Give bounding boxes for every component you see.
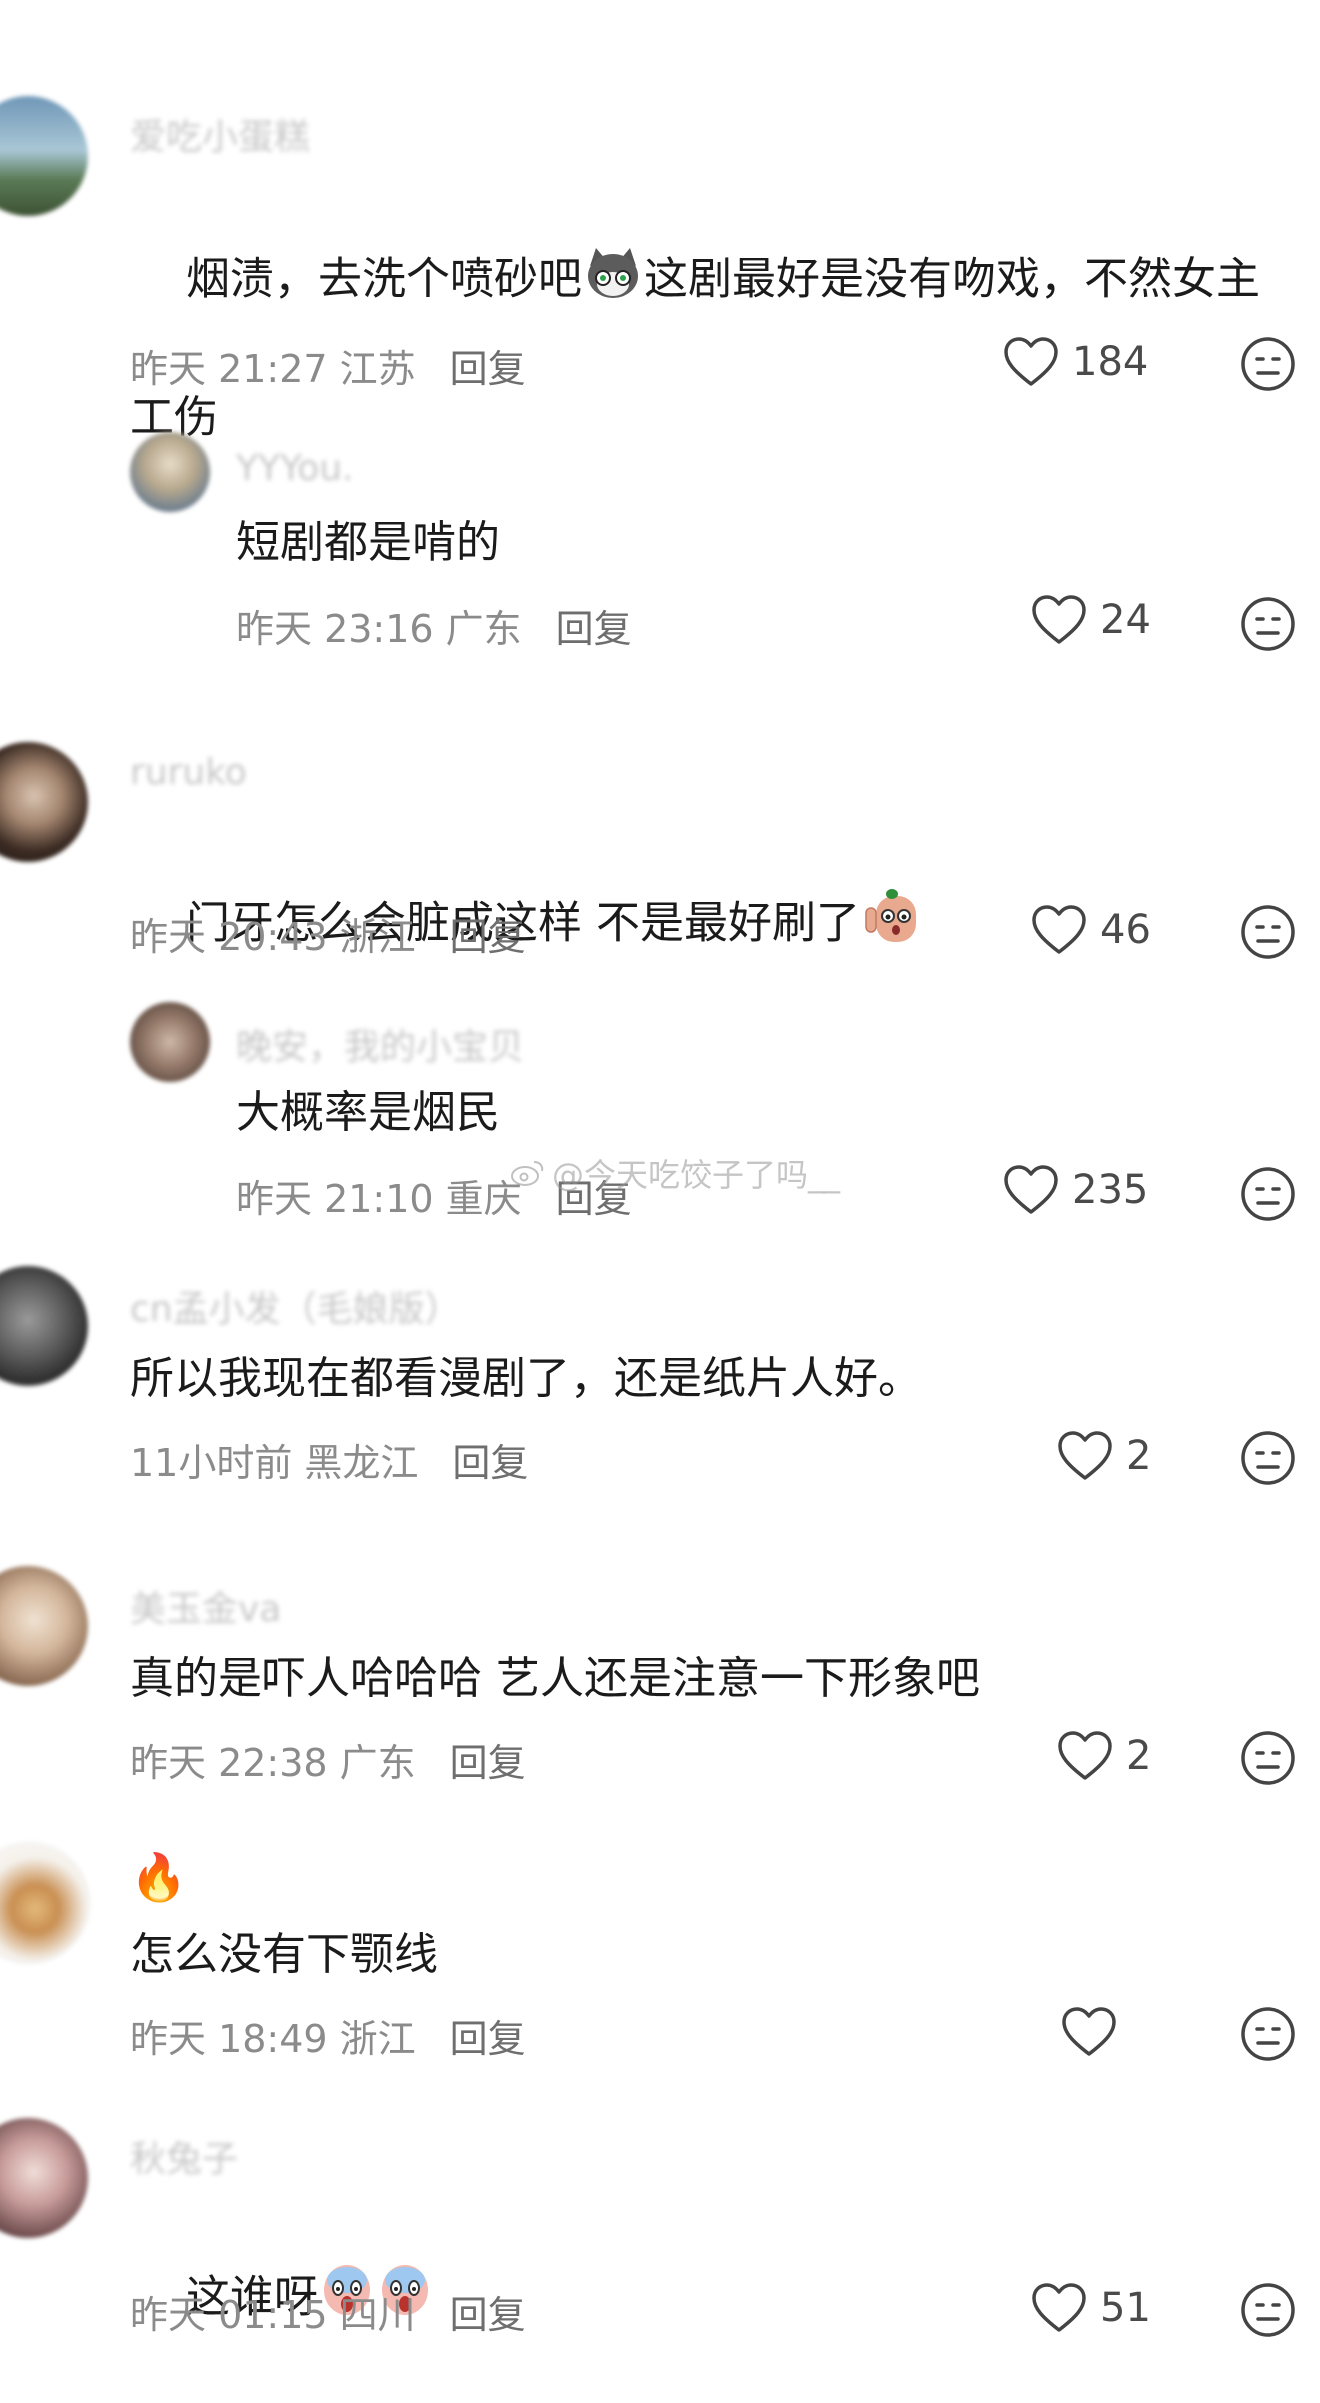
avatar[interactable]	[0, 1842, 90, 1964]
heart-icon	[1058, 1431, 1112, 1480]
comment-text-part: 这剧最好是没有吻戏，不然女主	[643, 253, 1260, 305]
meh-face-icon[interactable]	[1240, 1166, 1296, 1222]
like-count: 24	[1100, 597, 1151, 643]
reply-button[interactable]: 回复	[450, 1732, 526, 1787]
cat-face-icon	[584, 244, 642, 319]
heart-icon	[1062, 2007, 1116, 2056]
username[interactable]: 美玉金va	[130, 1580, 281, 1632]
location: 浙江	[339, 915, 416, 959]
reply-button[interactable]: 回复	[450, 338, 526, 393]
meh-face-icon[interactable]	[1240, 1430, 1296, 1486]
meh-face-icon[interactable]	[1240, 336, 1296, 392]
reply-button[interactable]: 回复	[452, 1432, 528, 1487]
timestamp: 昨天 01:15	[130, 2293, 328, 2337]
fire-icon: 🔥	[130, 1850, 188, 1904]
location: 广东	[339, 1741, 416, 1785]
heart-icon	[1004, 337, 1058, 386]
location: 江苏	[339, 347, 416, 391]
timestamp: 昨天 18:49	[130, 2017, 328, 2061]
heart-icon	[1004, 1165, 1058, 1214]
comment-text: 真的是吓人哈哈哈 艺人还是注意一下形象吧	[130, 1653, 980, 1704]
username[interactable]: cn孟小发（毛娘版）	[130, 1280, 461, 1332]
like-button[interactable]: 235	[1002, 1164, 1148, 1216]
timestamp: 昨天 20:43	[130, 915, 328, 959]
weibo-icon	[511, 1161, 544, 1186]
avatar[interactable]	[130, 432, 210, 512]
like-count: 46	[1100, 907, 1151, 953]
comment-text: 怎么没有下颚线	[130, 1929, 438, 1980]
comment-meta: 昨天 20:43 浙江 回复	[130, 906, 526, 961]
comment-text: 短剧都是啃的	[236, 517, 500, 568]
heart-icon	[1032, 2283, 1086, 2332]
timestamp: 昨天 23:16	[236, 607, 434, 651]
meh-face-icon[interactable]	[1240, 904, 1296, 960]
comment-meta: 昨天 01:15 四川 回复	[130, 2284, 526, 2339]
like-button[interactable]: 2	[1056, 1430, 1151, 1482]
comment-text-part: 烟渍，去洗个喷砂吧	[185, 253, 582, 305]
like-count: 235	[1072, 1167, 1149, 1213]
meh-face-icon[interactable]	[1240, 2282, 1296, 2338]
avatar[interactable]	[0, 1266, 88, 1386]
like-button[interactable]: 184	[1002, 336, 1148, 388]
meh-face-icon[interactable]	[1240, 596, 1296, 652]
username[interactable]: YYYou.	[236, 448, 353, 489]
reply-button[interactable]: 回复	[450, 906, 526, 961]
comment-meta: 昨天 22:38 广东 回复	[130, 1732, 526, 1787]
comment-text: 大概率是烟民	[236, 1087, 500, 1138]
meh-face-icon[interactable]	[1240, 1730, 1296, 1786]
reply-button[interactable]: 回复	[556, 598, 632, 653]
meh-face-icon[interactable]	[1240, 2006, 1296, 2062]
username[interactable]: 秋兔子	[130, 2130, 238, 2182]
like-button[interactable]: 2	[1056, 1730, 1151, 1782]
comment-text: 所以我现在都看漫剧了，还是纸片人好。	[130, 1353, 922, 1404]
location: 广东	[445, 607, 522, 651]
username[interactable]: 晚安，我的小宝贝	[236, 1018, 524, 1070]
like-count: 51	[1100, 2285, 1151, 2331]
like-button[interactable]: 46	[1030, 904, 1151, 956]
comment-meta: 昨天 18:49 浙江 回复	[130, 2008, 526, 2063]
timestamp: 11小时前	[130, 1441, 293, 1485]
location: 四川	[339, 2293, 416, 2337]
comment-meta: 11小时前 黑龙江 回复	[130, 1432, 528, 1487]
username[interactable]: 爱吃小蛋糕	[130, 108, 310, 160]
watermark-text: @今天吃饺子了吗__	[552, 1156, 841, 1194]
like-count: 2	[1126, 1433, 1152, 1479]
comment-meta: 昨天 23:16 广东 回复	[236, 598, 632, 653]
reply-button[interactable]: 回复	[450, 2008, 526, 2063]
watermark: @今天吃饺子了吗__	[510, 1150, 840, 1196]
like-count: 184	[1072, 339, 1149, 385]
avatar[interactable]	[0, 742, 88, 862]
comment-meta: 昨天 21:27 江苏 回复	[130, 338, 526, 393]
location: 黑龙江	[304, 1441, 419, 1485]
avatar[interactable]	[0, 1566, 88, 1686]
heart-icon	[1032, 905, 1086, 954]
avatar[interactable]	[130, 1002, 210, 1082]
username[interactable]: ruruko	[130, 752, 247, 793]
like-button[interactable]: 24	[1030, 594, 1151, 646]
heart-icon	[1058, 1731, 1112, 1780]
timestamp: 昨天 21:27	[130, 347, 328, 391]
avatar[interactable]	[0, 2118, 88, 2238]
reply-button[interactable]: 回复	[450, 2284, 526, 2339]
timestamp: 昨天 21:10	[236, 1177, 434, 1221]
timestamp: 昨天 22:38	[130, 1741, 328, 1785]
heart-icon	[1032, 595, 1086, 644]
shocked-sausage-icon	[862, 886, 924, 965]
like-button[interactable]: 51	[1030, 2282, 1151, 2334]
like-count: 2	[1126, 1733, 1152, 1779]
location: 浙江	[339, 2017, 416, 2061]
like-button[interactable]	[1060, 2006, 1130, 2058]
avatar[interactable]	[0, 96, 88, 216]
